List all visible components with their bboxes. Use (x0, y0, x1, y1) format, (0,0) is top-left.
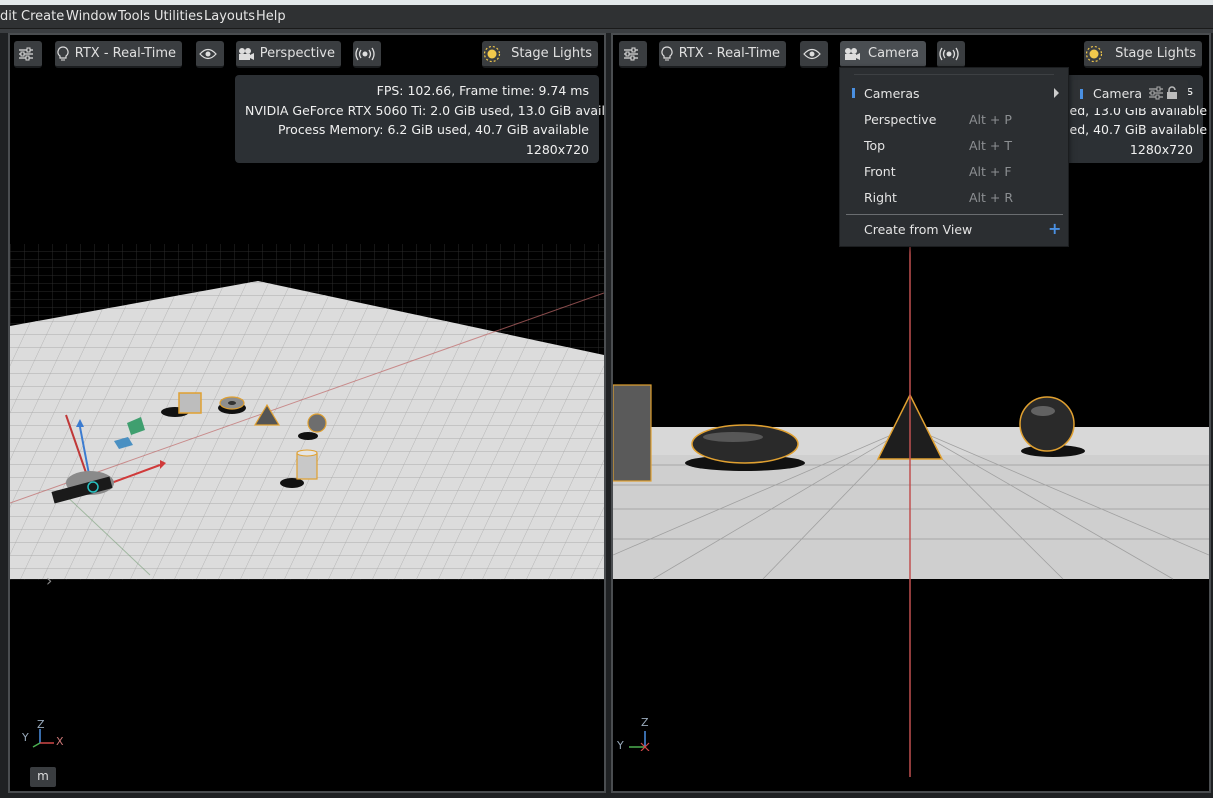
axis-gizmo: Z Y X (22, 718, 72, 751)
renderer-label-right: RTX - Real-Time (678, 46, 780, 61)
menu-divider (846, 214, 1063, 215)
settings-button-right[interactable] (619, 41, 647, 68)
movie-camera-icon (236, 43, 256, 65)
axis-z-label: Z (37, 718, 45, 731)
menu-item-cameras[interactable]: Cameras (840, 82, 1068, 106)
expand-chevron-icon[interactable]: › (46, 571, 52, 590)
menubar: dit Create Window Tools Utilities Layout… (0, 5, 1213, 29)
camera-submenu: Camera (1072, 80, 1188, 108)
sliders-icon (14, 43, 38, 65)
settings-button[interactable] (14, 41, 42, 68)
units-button[interactable]: m (30, 767, 56, 787)
cameras-dropdown: Cameras Perspective Alt + P Top Alt + T … (839, 67, 1069, 247)
camera-label-right: Camera (868, 46, 920, 61)
fps-text: FPS: 102.66, Frame time: 9.74 ms (376, 83, 589, 98)
axis-z-label-right: Z (641, 716, 649, 729)
stage-lights-button-right[interactable]: Stage Lights (1084, 41, 1202, 68)
menu-item-create-from-view[interactable]: Create from View + (840, 218, 1068, 242)
visibility-button[interactable] (196, 41, 224, 68)
axis-y-label: Y (22, 731, 29, 744)
menu-tools[interactable]: Tools (118, 9, 150, 24)
menu-item-label: Create from View (864, 222, 973, 237)
lock-icon[interactable] (1166, 85, 1178, 104)
menu-item-label: Top (864, 138, 886, 153)
menu-item-label: Front (864, 164, 896, 179)
stage-lights-label: Stage Lights (511, 46, 592, 61)
broadcast-button[interactable] (353, 41, 381, 68)
process-memory-text-right: sed, 40.7 GiB available (1063, 122, 1208, 137)
eye-icon (196, 43, 220, 65)
menu-item-right[interactable]: Right Alt + R (840, 186, 1068, 210)
menu-item-shortcut: Alt + F (969, 164, 1012, 179)
sliders-icon[interactable] (1148, 85, 1164, 104)
menu-item-top[interactable]: Top Alt + T (840, 134, 1068, 158)
broadcast-icon (937, 43, 961, 65)
menu-item-perspective[interactable]: Perspective Alt + P (840, 108, 1068, 132)
submenu-camera-label[interactable]: Camera (1093, 86, 1142, 101)
menu-edit[interactable]: dit (0, 9, 17, 24)
viewport-left[interactable]: RTX - Real-Time Perspective Stage Lights… (8, 33, 606, 793)
menu-layouts[interactable]: Layouts (204, 9, 255, 24)
visibility-button-right[interactable] (800, 41, 828, 68)
sliders-icon (619, 43, 643, 65)
stage-lights-label-right: Stage Lights (1115, 46, 1196, 61)
movie-camera-icon (840, 43, 864, 65)
sun-icon (1084, 43, 1103, 65)
menu-top-divider (854, 74, 1054, 75)
menu-utilities[interactable]: Utilities (154, 9, 203, 24)
menu-item-front[interactable]: Front Alt + F (840, 160, 1068, 184)
camera-label: Perspective (259, 46, 335, 61)
resolution-text: 1280x720 (525, 141, 589, 157)
menu-item-label: Right (864, 190, 897, 205)
menu-item-shortcut: Alt + R (969, 190, 1014, 205)
axis-gizmo-right: Z Y (617, 716, 667, 752)
menu-item-shortcut: Alt + P (969, 112, 1012, 127)
axis-x-label: X (56, 735, 64, 748)
broadcast-icon (353, 43, 377, 65)
eye-icon (800, 43, 824, 65)
menu-cameras-label: Cameras (864, 86, 920, 101)
plus-icon: + (1048, 219, 1062, 238)
menu-window[interactable]: Window (66, 9, 117, 24)
renderer-button[interactable]: RTX - Real-Time (55, 41, 182, 68)
resolution-text-right: 1280x720 (1129, 141, 1193, 157)
menu-item-shortcut: Alt + T (969, 138, 1012, 153)
submenu-marker (1080, 89, 1083, 99)
camera-button-right[interactable]: Camera (840, 41, 926, 68)
process-memory-text: Process Memory: 6.2 GiB used, 40.7 GiB a… (277, 122, 589, 137)
stage-lights-button[interactable]: Stage Lights (482, 41, 598, 68)
broadcast-button-right[interactable] (937, 41, 965, 68)
active-marker (852, 88, 855, 98)
menu-create[interactable]: Create (21, 9, 64, 24)
camera-button[interactable]: Perspective (236, 41, 341, 68)
submenu-arrow-icon (1054, 88, 1059, 98)
renderer-label: RTX - Real-Time (74, 46, 176, 61)
gpu-memory-text: NVIDIA GeForce RTX 5060 Ti: 2.0 GiB used… (245, 102, 606, 118)
renderer-button-right[interactable]: RTX - Real-Time (659, 41, 786, 68)
sun-icon (482, 43, 501, 65)
lightbulb-icon (659, 43, 675, 65)
menu-item-label: Perspective (864, 112, 937, 127)
stats-overlay: FPS: 102.66, Frame time: 9.74 ms NVIDIA … (235, 75, 606, 163)
axis-y-label-right: Y (617, 739, 624, 752)
menu-help[interactable]: Help (256, 9, 286, 24)
lightbulb-icon (55, 43, 71, 65)
